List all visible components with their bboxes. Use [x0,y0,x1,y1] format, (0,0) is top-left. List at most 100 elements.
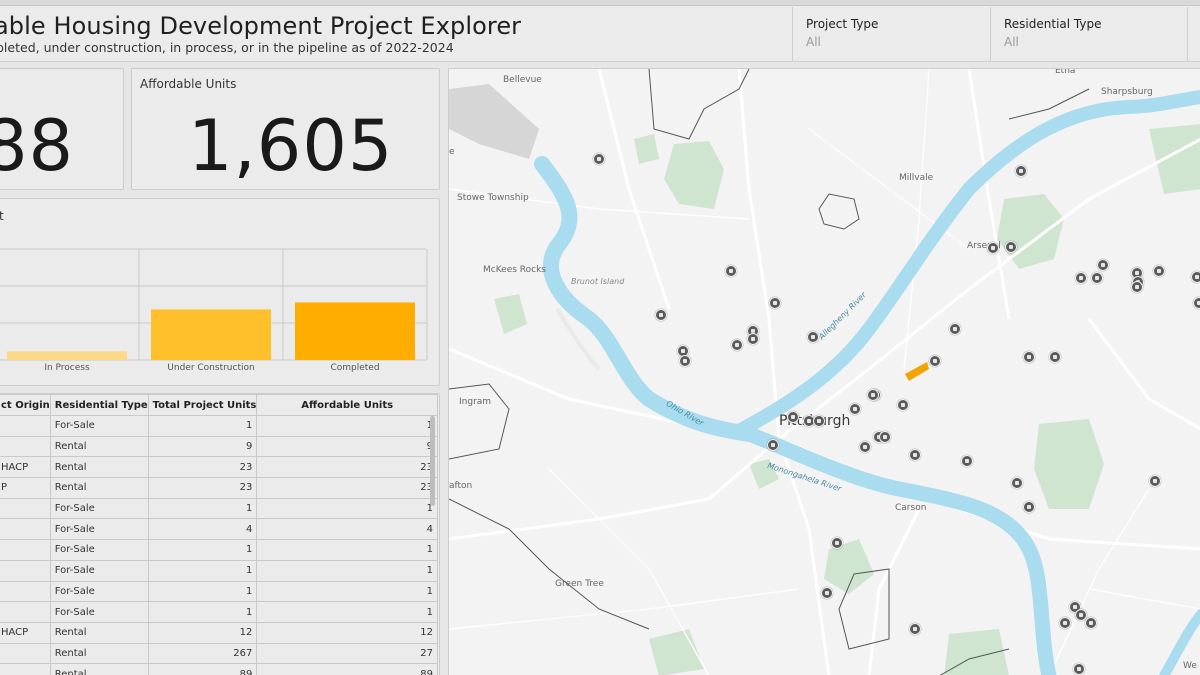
project-marker-icon[interactable] [1015,165,1027,177]
project-marker-icon[interactable] [1005,241,1017,253]
project-marker-icon[interactable] [1011,477,1023,489]
project-marker-icon[interactable] [1153,265,1165,277]
cell-total-units: 12 [147,621,258,644]
project-marker-icon[interactable] [769,297,781,309]
project-marker-icon[interactable] [767,439,779,451]
cell-origin [0,642,51,665]
project-marker-icon[interactable] [987,242,999,254]
project-marker-icon[interactable] [1097,259,1109,271]
kpi-value: 1,605 [188,105,394,187]
table-row[interactable]: Rental 267 27 [0,642,438,665]
project-marker-icon[interactable] [1191,271,1200,283]
table-row[interactable]: HACP Rental 12 12 [0,621,438,644]
table-row[interactable]: P Rental 23 23 [0,477,438,499]
project-marker-icon[interactable] [725,265,737,277]
cell-residential-type: Rental [49,642,149,665]
table-row[interactable]: Rental 89 89 [0,663,438,675]
project-marker-icon[interactable] [929,355,941,367]
table-scrollbar[interactable] [430,416,435,506]
x-tick-label: Completed [330,363,379,373]
cell-affordable-units: 89 [256,663,438,675]
filter-label: Project Type [806,17,879,31]
project-marker-icon[interactable] [859,441,871,453]
cell-affordable-units: 23 [256,477,438,499]
project-marker-icon[interactable] [1059,617,1071,629]
column-header-origin[interactable]: ct Origin [0,394,51,416]
project-marker-icon[interactable] [731,339,743,351]
bar-completed[interactable] [295,302,415,360]
project-marker-icon[interactable] [849,403,861,415]
top-bar [0,0,1200,6]
project-marker-icon[interactable] [909,623,921,635]
table-row[interactable]: For-Sale11 [0,497,438,520]
x-tick-label: In Process [44,363,90,373]
map-label: McKees Rocks [483,265,546,275]
project-marker-icon[interactable] [787,411,799,423]
table-row[interactable]: HACP Rental 23 23 [0,456,438,479]
table-row[interactable]: Rental99 [0,435,438,458]
cell-total-units: 9 [147,435,258,458]
project-marker-icon[interactable] [807,331,819,343]
cell-affordable-units: 9 [256,435,438,458]
column-header-residential-type[interactable]: Residential Type [49,394,149,416]
x-tick-label: Under Construction [167,363,254,373]
project-map[interactable]: Bellevue Etna Sharpsburg Stowe Township Mill… [448,68,1200,675]
project-marker-icon[interactable] [1193,297,1200,309]
project-marker-icon[interactable] [679,355,691,367]
project-marker-icon[interactable] [1023,501,1035,513]
cell-total-units: 267 [147,642,258,665]
column-header-affordable-units[interactable]: Affordable Units [256,394,438,416]
cell-origin [0,580,51,603]
project-marker-icon[interactable] [961,455,973,467]
filter-value[interactable]: All [806,35,990,49]
bar-under-construction[interactable] [151,309,271,360]
table-row[interactable]: For-Sale11 [0,559,438,582]
table-row[interactable]: For-Sale11 [0,580,438,603]
project-marker-icon[interactable] [1131,281,1143,293]
bar-in-process[interactable] [7,351,127,360]
cell-total-units: 1 [147,539,258,561]
cell-origin [0,601,51,623]
column-header-total-units[interactable]: Total Project Units [147,394,258,416]
cell-origin [0,435,51,458]
project-marker-icon[interactable] [909,449,921,461]
map-label: e [449,147,455,157]
cell-residential-type: For-Sale [49,559,149,582]
project-marker-icon[interactable] [1023,351,1035,363]
project-marker-icon[interactable] [831,537,843,549]
cell-origin: HACP [0,456,51,479]
project-marker-icon[interactable] [867,389,879,401]
cell-total-units: 89 [147,663,258,675]
project-marker-icon[interactable] [1075,272,1087,284]
filter-project-type[interactable]: Project Type All [792,7,990,61]
project-marker-icon[interactable] [1091,272,1103,284]
dashboard-header: able Housing Development Project Explore… [0,0,1200,62]
project-marker-icon[interactable] [821,587,833,599]
cell-residential-type: Rental [49,621,149,644]
map-label: Bellevue [503,75,542,85]
map-label: Etna [1055,68,1076,76]
table-row[interactable]: For-Sale 4 4 [0,518,438,541]
table-row[interactable]: For-Sale11 [0,601,438,623]
map-label: Sharpsburg [1101,87,1153,97]
project-marker-icon[interactable] [949,323,961,335]
project-marker-icon[interactable] [813,415,825,427]
project-marker-icon[interactable] [1085,617,1097,629]
filter-value[interactable]: All [1004,35,1187,49]
table-row[interactable]: For-Sale11 [0,415,438,437]
table-row[interactable]: For-Sale11 [0,539,438,561]
project-marker-icon[interactable] [1049,351,1061,363]
project-marker-icon[interactable] [593,153,605,165]
project-marker-icon[interactable] [1149,475,1161,487]
project-marker-icon[interactable] [879,431,891,443]
project-marker-icon[interactable] [655,309,667,321]
project-marker-icon[interactable] [1073,663,1085,675]
cell-affordable-units: 1 [256,601,438,623]
kpi-card-projects: 88 [0,68,124,190]
project-marker-icon[interactable] [897,399,909,411]
filter-residential-type[interactable]: Residential Type All [990,7,1188,61]
cell-affordable-units: 12 [256,621,438,644]
project-marker-icon[interactable] [747,333,759,345]
map-label: Stowe Township [457,193,529,203]
status-bar-chart-card: t In Process Under Construction Completed [0,198,440,386]
